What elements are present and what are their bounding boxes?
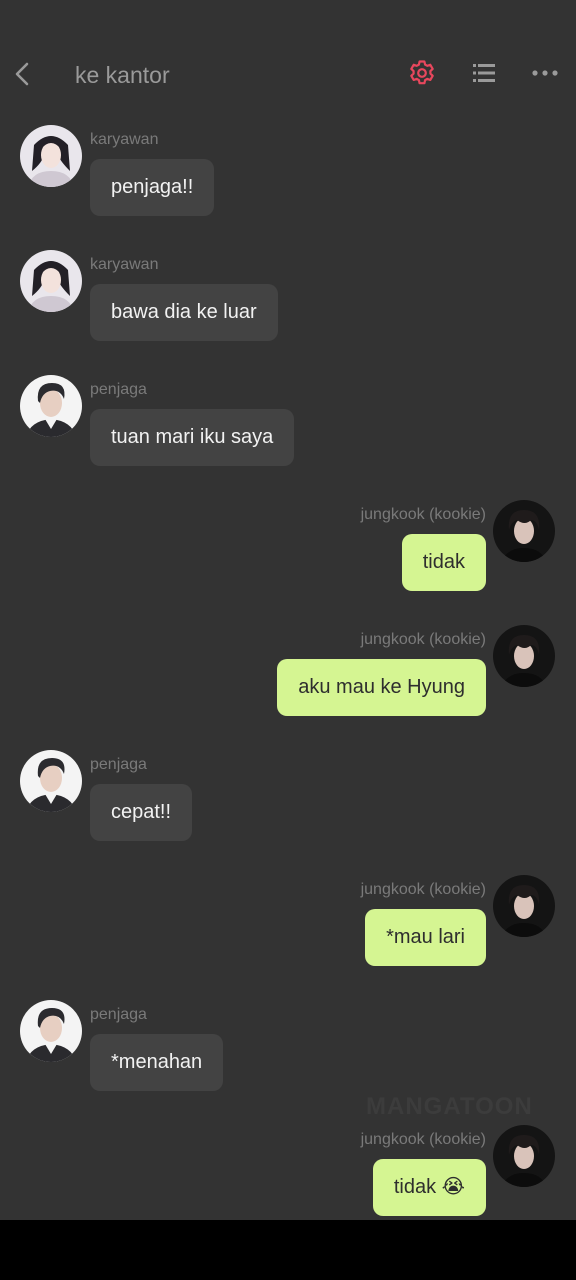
sender-name: penjaga	[90, 381, 147, 398]
penjaga-avatar[interactable]	[20, 750, 82, 812]
sender-name: penjaga	[90, 1006, 147, 1023]
chevron-left-icon	[15, 62, 29, 86]
gear-icon	[410, 60, 434, 85]
sender-name: jungkook (kookie)	[360, 631, 486, 648]
chat-title: ke kantor	[75, 62, 170, 88]
sender-name: penjaga	[90, 756, 147, 773]
message-bubble[interactable]: *menahan	[90, 1034, 224, 1091]
message-bubble[interactable]: tidak 😭	[372, 1159, 486, 1216]
penjaga-avatar[interactable]	[20, 375, 82, 437]
settings-button[interactable]	[407, 58, 437, 88]
karyawan-avatar[interactable]	[20, 125, 82, 187]
sender-name: jungkook (kookie)	[360, 1131, 486, 1148]
message-bubble[interactable]: penjaga!!	[90, 159, 215, 216]
sender-name: jungkook (kookie)	[360, 881, 486, 898]
more-icon	[532, 70, 558, 76]
sender-name: karyawan	[90, 256, 159, 273]
message-bubble[interactable]: cepat!!	[90, 784, 193, 841]
sender-name: jungkook (kookie)	[360, 506, 486, 523]
more-options-button[interactable]	[530, 58, 560, 88]
status-bar	[0, 0, 576, 40]
jungkook-avatar[interactable]	[493, 625, 555, 687]
jungkook-avatar[interactable]	[493, 1125, 555, 1187]
karyawan-avatar[interactable]	[20, 250, 82, 312]
chat-messages[interactable]: karyawan penjaga!! karyawan bawa dia ke …	[0, 108, 576, 1220]
back-button[interactable]	[10, 56, 36, 92]
message-bubble[interactable]: bawa dia ke luar	[90, 284, 278, 341]
penjaga-avatar[interactable]	[20, 1000, 82, 1062]
jungkook-avatar[interactable]	[493, 500, 555, 562]
jungkook-avatar[interactable]	[493, 875, 555, 937]
message-bubble[interactable]: aku mau ke Hyung	[277, 659, 486, 716]
list-button[interactable]	[469, 58, 499, 88]
system-nav-bar	[0, 1220, 576, 1280]
message-bubble[interactable]: tidak	[401, 534, 486, 591]
message-bubble[interactable]: *mau lari	[365, 909, 486, 966]
watermark: MANGATOON	[366, 1093, 533, 1120]
list-icon	[473, 64, 495, 82]
sender-name: karyawan	[90, 131, 159, 148]
message-bubble[interactable]: tuan mari iku saya	[90, 409, 295, 466]
chat-header: ke kantor	[0, 40, 576, 108]
